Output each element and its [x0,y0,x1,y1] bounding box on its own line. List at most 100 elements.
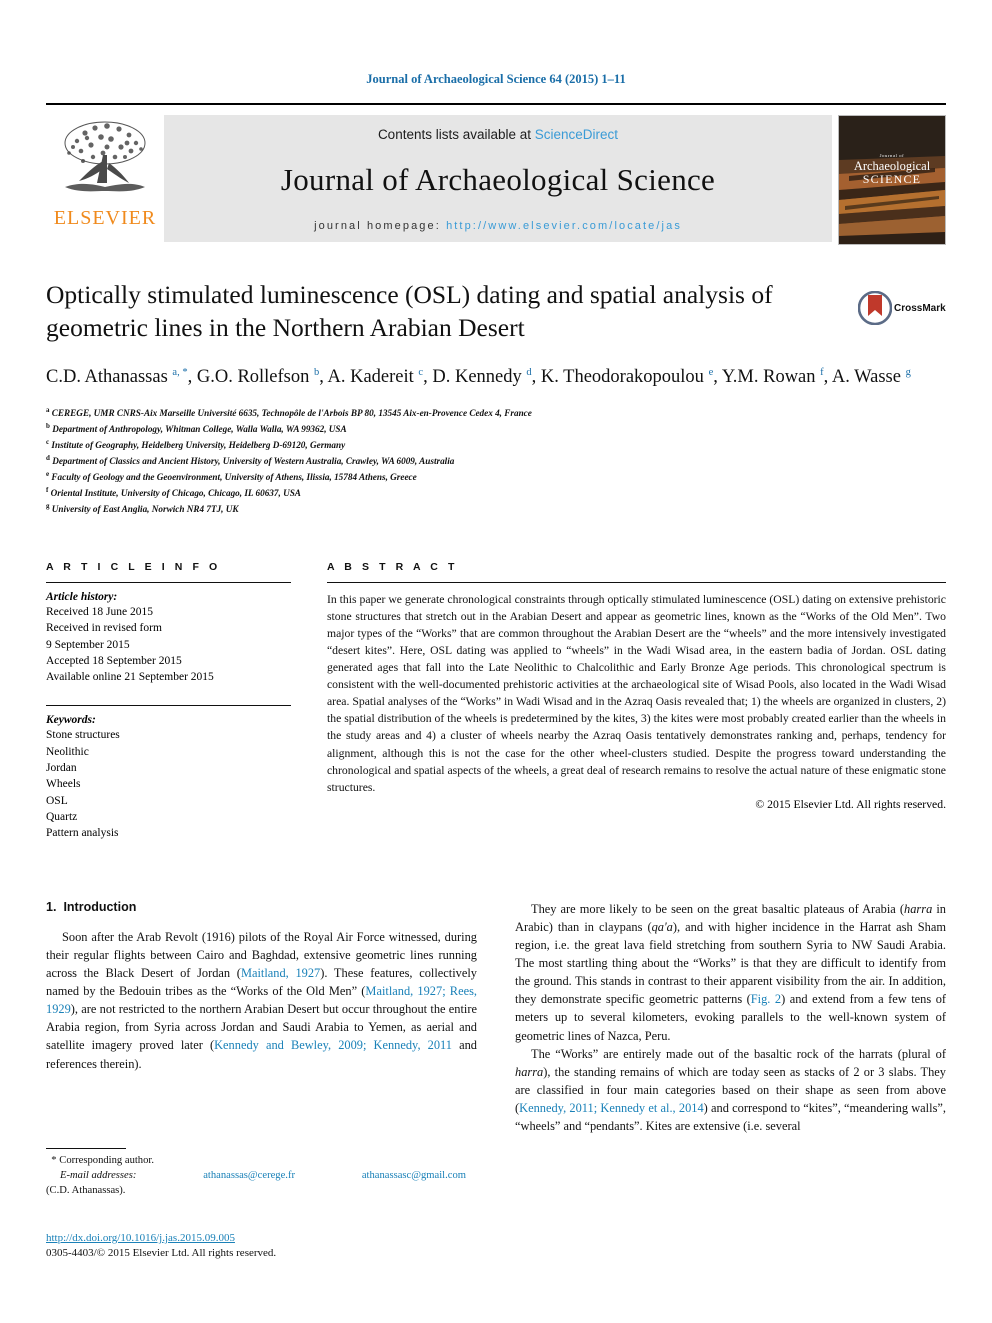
keywords-block: Keywords: Stone structures Neolithic Jor… [46,705,291,841]
keyword-item: Jordan [46,762,77,775]
footnote-divider [46,1148,126,1149]
elsevier-tree-icon [64,121,146,192]
sciencedirect-link[interactable]: ScienceDirect [535,127,618,142]
homepage-label: journal homepage: [314,220,441,232]
author-marks: b [314,367,320,379]
citation-link[interactable]: Kennedy and Bewley, 2009; Kennedy, 2011 [214,1038,452,1052]
article-info-heading: A R T I C L E I N F O [46,560,221,573]
doi-block: http://dx.doi.org/10.1016/j.jas.2015.09.… [46,1228,476,1262]
text-run: The “Works” are entirely made out of the… [531,1046,946,1061]
email-link-primary[interactable]: athanassas@cerege.fr [203,1168,295,1183]
footnote-block: * Corresponding author. E-mail addresses… [46,1148,466,1198]
affiliation-mark: a [46,406,50,415]
author-marks: d [526,367,532,379]
italic-term: qa'a [651,919,673,934]
section-title: Introduction [63,899,137,914]
affiliation-item: a CEREGE, UMR CNRS-Aix Marseille Univers… [46,405,946,421]
author-name: A. Kadereit [327,367,414,388]
author-item: D. Kennedy d [432,367,531,387]
affiliation-text: Institute of Geography, Heidelberg Unive… [51,440,346,451]
corresponding-mark: * [51,1155,57,1166]
citation-link[interactable]: Kennedy, 2011; Kennedy et al., 2014 [519,1101,704,1115]
email-link-secondary[interactable]: athanassasc@gmail.com [362,1168,466,1183]
elsevier-wordmark: ELSEVIER [53,207,157,229]
author-marks: a, * [172,367,188,379]
keyword-item: Neolithic [46,745,89,758]
elsevier-logo: ELSEVIER [46,115,164,230]
author-name: D. Kennedy [432,367,522,388]
affiliation-item: f Oriental Institute, University of Chic… [46,485,946,501]
abstract-heading: A B S T R A C T [327,560,458,573]
affiliation-text: Department of Anthropology, Whitman Coll… [52,424,347,435]
keyword-item: Pattern analysis [46,827,119,840]
affiliation-list: a CEREGE, UMR CNRS-Aix Marseille Univers… [46,405,946,517]
divider [46,581,291,583]
crossmark-label: CrossMark [894,302,946,314]
cover-line-3: SCIENCE [862,172,922,187]
author-list: C.D. Athanassas a, *, G.O. Rollefson b, … [46,367,911,388]
keyword-item: OSL [46,794,68,807]
divider [327,581,946,583]
affiliation-item: e Faculty of Geology and the Geoenvironm… [46,469,946,485]
affiliation-mark: d [46,453,50,462]
author-item: A. Kadereit c [328,367,424,387]
affiliation-mark: f [46,485,49,494]
body-columns: 1. Introduction Soon after the Arab Revol… [46,900,946,1135]
keyword-item: Wheels [46,778,81,791]
journal-title: Journal of Archaeological Science [280,162,716,197]
article-first-page: Journal of Archaeological Science 64 (20… [0,0,992,1323]
affiliation-mark: e [46,469,50,478]
masthead-banner: Contents lists available at ScienceDirec… [164,115,832,242]
abstract-copyright: © 2015 Elsevier Ltd. All rights reserved… [755,797,946,811]
homepage-url-link[interactable]: http://www.elsevier.com/locate/jas [446,220,682,232]
figure-link[interactable]: Fig. 2 [751,992,781,1006]
author-name: K. Theodorakopoulou [540,367,704,388]
cover-title-text: Journal of Archaeological SCIENCE [843,154,941,186]
author-item: G.O. Rollefson b [197,367,319,387]
author-marks: f [820,367,824,379]
issn-copyright-line: 0305-4403/© 2015 Elsevier Ltd. All right… [46,1247,277,1260]
affiliation-text: Faculty of Geology and the Geoenvironmen… [51,472,417,482]
article-info-column: A R T I C L E I N F O Article history: R… [46,561,291,842]
running-head: Journal of Archaeological Science 64 (20… [366,72,626,86]
affiliation-text: Oriental Institute, University of Chicag… [50,487,301,498]
affiliation-item: d Department of Classics and Ancient His… [46,453,946,469]
author-marks: g [905,367,911,379]
crossmark-badge[interactable]: CrossMark [858,277,946,339]
contents-available-line: Contents lists available at ScienceDirec… [164,127,832,142]
citation-link[interactable]: Maitland, 1927 [241,966,320,980]
title-block: CrossMark Optically stimulated luminesce… [46,279,946,517]
author-marks: e [708,367,714,379]
author-marks: c [418,367,424,379]
affiliation-text: CEREGE, UMR CNRS-Aix Marseille Universit… [51,408,532,419]
doi-link[interactable]: http://dx.doi.org/10.1016/j.jas.2015.09.… [46,1232,235,1244]
crossmark-icon [858,291,892,325]
contents-prefix: Contents lists available at [377,127,535,142]
paragraph: The “Works” are entirely made out of the… [515,1045,946,1136]
right-column: They are more likely to be seen on the g… [515,900,946,1135]
author-name: A. Wasse [831,367,901,388]
affiliation-mark: c [46,438,50,446]
author-item: A. Wasse g [832,367,911,387]
journal-homepage-line: journal homepage: http://www.elsevier.co… [164,220,832,232]
abstract-text: In this paper we generate chronological … [327,592,946,794]
info-abstract-row: A R T I C L E I N F O Article history: R… [46,561,946,842]
author-item: C.D. Athanassas a, * [46,367,188,387]
email-label: E-mail addresses: [60,1170,137,1182]
section-heading-introduction: 1. Introduction [46,900,477,914]
divider [46,705,291,707]
keywords-label: Keywords: [46,714,96,727]
corresponding-author-note: * Corresponding author. [46,1153,466,1168]
email-addresses-line: E-mail addresses: athanassas@cerege.fr a… [46,1168,466,1183]
author-name: Y.M. Rowan [721,367,816,388]
affiliation-text: University of East Anglia, Norwich NR4 7… [51,503,239,514]
history-item: Accepted 18 September 2015 [46,654,182,667]
author-name: G.O. Rollefson [196,367,310,388]
email-owner: (C.D. Athanassas). [46,1185,126,1197]
article-history-label: Article history: [46,590,118,603]
affiliation-text: Department of Classics and Ancient Histo… [52,456,455,467]
journal-cover-thumbnail[interactable]: Journal of Archaeological SCIENCE [838,115,946,245]
text-run: They are more likely to be seen on the g… [531,901,905,916]
paragraph: They are more likely to be seen on the g… [515,900,946,1045]
history-item: 9 September 2015 [46,638,130,651]
